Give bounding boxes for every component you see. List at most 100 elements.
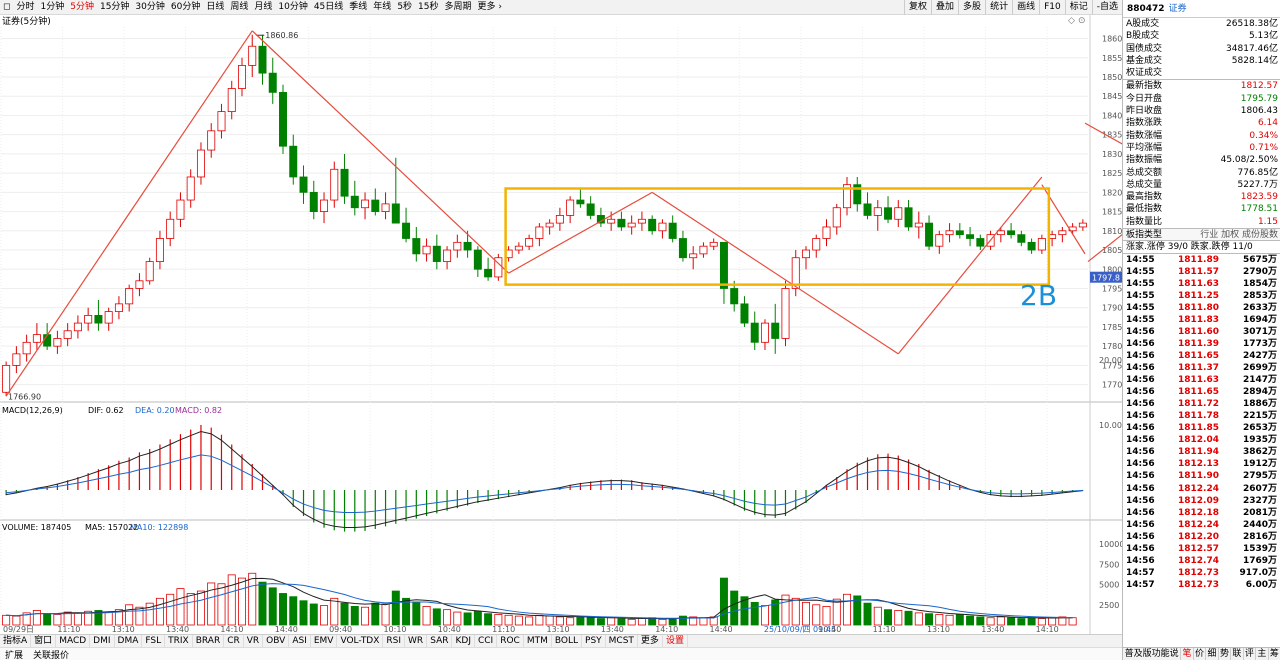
indicator-tab-12[interactable]: EMV: [311, 635, 338, 647]
indicator-tab-21[interactable]: BOLL: [552, 635, 583, 647]
volume-bar: [53, 614, 62, 626]
indicator-tab-0[interactable]: 指标A: [0, 635, 32, 647]
indicator-tab-18[interactable]: CCI: [475, 635, 498, 647]
volume-bar: [484, 613, 493, 626]
candle-body: [145, 261, 154, 282]
period-7[interactable]: 周线: [227, 0, 251, 15]
volume-bar: [2, 614, 11, 626]
period-14[interactable]: 15秒: [415, 0, 441, 15]
period-8[interactable]: 月线: [251, 0, 275, 15]
tick-row: 14:56 1812.74 1769万: [1123, 555, 1280, 567]
indicator-tab-5[interactable]: FSL: [142, 635, 166, 647]
period-12[interactable]: 年线: [370, 0, 394, 15]
indicator-tab-15[interactable]: WR: [405, 635, 428, 647]
toolbar-button-4[interactable]: 画线: [1012, 0, 1039, 15]
tick-list[interactable]: 14:55 1811.89 5675万 14:55 1811.57 2790万 14:55 1…: [1123, 252, 1280, 591]
quote-footer-tab-0[interactable]: 普及版功能说明: [1123, 648, 1182, 660]
indicator-tab-3[interactable]: DMI: [90, 635, 115, 647]
macd-dif-line: [6, 430, 1083, 528]
period-2[interactable]: 5分钟: [67, 0, 97, 15]
toolbar-button-3[interactable]: 统计: [985, 0, 1012, 15]
stat-label: 总成交量: [1126, 179, 1163, 190]
indicator-tab-14[interactable]: RSI: [383, 635, 406, 647]
period-0[interactable]: 分时: [13, 0, 37, 15]
volume-bar: [894, 610, 903, 626]
indicator-tab-8[interactable]: CR: [224, 635, 244, 647]
menu-square-icon[interactable]: ◻: [0, 0, 13, 15]
quote-footer-tab-3[interactable]: 细: [1206, 648, 1219, 660]
candle-body: [484, 268, 493, 278]
stat-value: 776.85亿: [1237, 167, 1279, 178]
toolbar-button-6[interactable]: 标记: [1064, 0, 1092, 15]
tick-price: 1811.63: [1178, 278, 1219, 289]
indicator-tab-17[interactable]: KDJ: [452, 635, 475, 647]
indicator-tab-6[interactable]: TRIX: [165, 635, 193, 647]
indicator-tab-16[interactable]: SAR: [427, 635, 453, 647]
chart-area[interactable]: 1860185518501845184018351830182518201815…: [0, 15, 1122, 634]
toolbar-button-2[interactable]: 多股: [958, 0, 985, 15]
sync-icon[interactable]: ⊙: [1078, 16, 1086, 26]
toolbar-button-5[interactable]: F10: [1039, 0, 1065, 15]
indicator-tab-23[interactable]: MCST: [606, 635, 638, 647]
tick-time: 14:56: [1126, 338, 1155, 349]
quote-footer-tab-8[interactable]: 筹: [1269, 648, 1280, 660]
period-16[interactable]: 更多 ›: [475, 0, 505, 15]
diamond-icon[interactable]: ◇: [1068, 16, 1075, 26]
quote-footer-tab-5[interactable]: 联: [1231, 648, 1244, 660]
indicator-tab-13[interactable]: VOL-TDX: [337, 635, 384, 647]
toolbar-button-0[interactable]: 复权: [904, 0, 931, 15]
bottom-tab-1[interactable]: 关联报价: [28, 648, 74, 660]
period-13[interactable]: 5秒: [394, 0, 415, 15]
time-axis-label: 11:10: [873, 625, 896, 634]
indicator-tab-9[interactable]: VR: [244, 635, 264, 647]
tick-row: 14:56 1812.13 1912万: [1123, 458, 1280, 470]
index-name[interactable]: 证券: [1169, 4, 1187, 14]
indicator-tab-19[interactable]: ROC: [497, 635, 524, 647]
candle-body: [402, 222, 411, 239]
indicator-tab-1[interactable]: 窗口: [31, 635, 57, 647]
volume-ma10-line: [6, 583, 1073, 619]
indicator-tab-25[interactable]: 设置: [663, 635, 688, 647]
period-4[interactable]: 30分钟: [132, 0, 167, 15]
period-3[interactable]: 15分钟: [97, 0, 132, 15]
price-axis-label: 1790: [1102, 304, 1122, 313]
indicator-tab-20[interactable]: MTM: [524, 635, 552, 647]
tick-time: 14:56: [1126, 411, 1155, 422]
volume-bar: [699, 617, 708, 626]
candle-body: [104, 311, 113, 324]
period-5[interactable]: 60分钟: [168, 0, 203, 15]
quote-footer-tab-2[interactable]: 价: [1194, 648, 1207, 660]
toolbar-button-7[interactable]: -自选: [1091, 0, 1122, 15]
quote-footer-tab-6[interactable]: 评: [1244, 648, 1257, 660]
tick-volume: 1694万: [1242, 314, 1277, 325]
period-11[interactable]: 季线: [346, 0, 370, 15]
quote-footer-tab-7[interactable]: 主: [1256, 648, 1269, 660]
period-1[interactable]: 1分钟: [38, 0, 68, 15]
candle-body: [463, 241, 472, 251]
candle-body: [289, 145, 298, 178]
tick-price: 1811.83: [1178, 314, 1219, 325]
bottom-tab-0[interactable]: 扩展: [0, 648, 28, 660]
candle-body: [822, 226, 831, 239]
period-15[interactable]: 多周期: [442, 0, 475, 15]
time-axis-label: 10:40: [438, 625, 461, 634]
indicator-tab-10[interactable]: OBV: [263, 635, 290, 647]
volume-bar: [289, 596, 298, 626]
tick-row: 14:55 1811.25 2853万: [1123, 290, 1280, 302]
indicator-tab-4[interactable]: DMA: [115, 635, 143, 647]
indicator-tab-22[interactable]: PSY: [582, 635, 606, 647]
indicator-tab-2[interactable]: MACD: [56, 635, 91, 647]
candle-body: [832, 207, 841, 228]
indicator-tab-7[interactable]: BRAR: [193, 635, 225, 647]
price-axis-label: 1770: [1102, 381, 1122, 390]
volume-bar: [299, 600, 308, 626]
quote-footer-tab-4[interactable]: 势: [1219, 648, 1232, 660]
turnover-label: 国债成交: [1126, 43, 1163, 54]
indicator-tab-11[interactable]: ASI: [289, 635, 311, 647]
indicator-tab-24[interactable]: 更多: [638, 635, 663, 647]
period-10[interactable]: 45日线: [311, 0, 346, 15]
period-6[interactable]: 日线: [203, 0, 227, 15]
quote-footer-tab-1[interactable]: 笔: [1181, 648, 1194, 660]
period-9[interactable]: 10分钟: [275, 0, 310, 15]
toolbar-button-1[interactable]: 叠加: [931, 0, 958, 15]
